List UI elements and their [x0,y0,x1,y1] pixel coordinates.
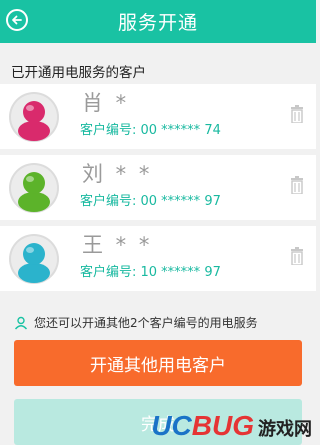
user-icon [14,316,28,329]
customer-name: 刘 * * [82,162,153,186]
customer-card[interactable]: 王 * * 客户编号: 10 ****** 97 [0,226,316,291]
trash-icon[interactable] [290,247,304,265]
customer-number: 客户编号: 00 ****** 74 [80,123,221,138]
hint-row: 您还可以开通其他2个客户编号的用电服务 [14,314,258,331]
hint-text: 您还可以开通其他2个客户编号的用电服务 [34,316,258,330]
watermark-uc: UC [151,410,192,441]
customer-card[interactable]: 肖 * 客户编号: 00 ****** 74 [0,84,316,149]
avatar-icon [9,234,59,284]
customer-name: 王 * * [82,233,153,257]
watermark-logo: UC BUG 游戏网 [151,410,312,442]
customer-number: 客户编号: 00 ****** 97 [80,194,221,209]
avatar-icon [9,163,59,213]
customer-number: 客户编号: 10 ****** 97 [80,265,221,280]
avatar-icon [9,92,59,142]
customer-name: 肖 * [82,91,130,115]
open-other-customer-button[interactable]: 开通其他用电客户 [14,340,302,386]
trash-icon[interactable] [290,176,304,194]
watermark-site: 游戏网 [258,419,312,440]
section-label: 已开通用电服务的客户 [11,65,146,81]
customer-card[interactable]: 刘 * * 客户编号: 00 ****** 97 [0,155,316,220]
watermark-bug: BUG [191,410,254,441]
page-title: 服务开通 [117,12,198,34]
header-bar: 服务开通 [0,0,316,43]
trash-icon[interactable] [290,105,304,123]
